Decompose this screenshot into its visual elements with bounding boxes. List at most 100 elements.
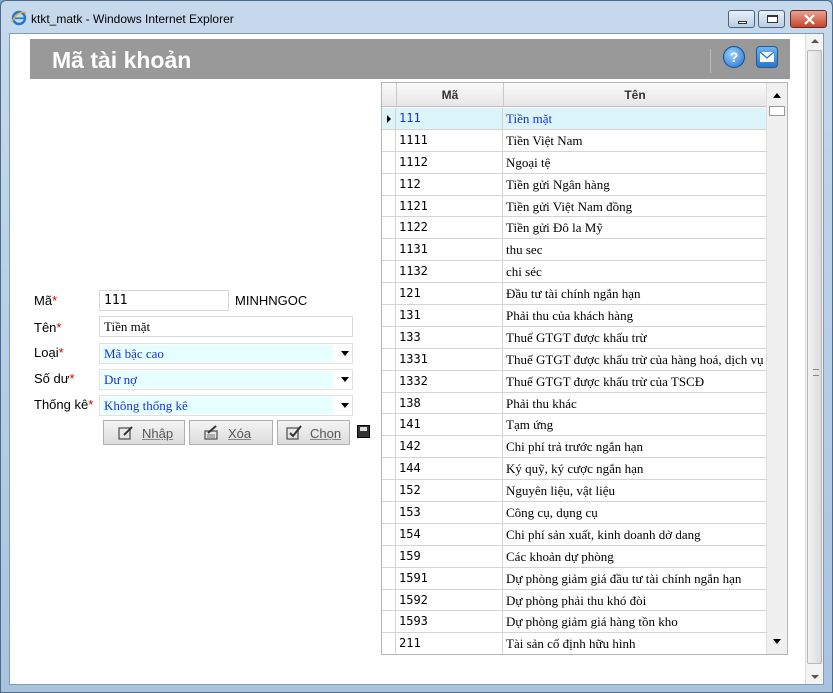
table-row[interactable]: 133 Thuế GTGT được khấu trừ [382,326,766,349]
cell-ten[interactable]: Thuế GTGT được khấu trừ của TSCĐ [504,371,766,392]
scroll-down-icon[interactable] [811,675,819,679]
cell-ten[interactable]: Nguyên liệu, vật liệu [504,480,766,501]
row-indicator[interactable] [382,261,396,283]
row-indicator[interactable] [382,151,396,173]
cell-ma[interactable]: 159 [397,545,503,567]
chevron-down-icon[interactable] [341,403,349,408]
row-indicator[interactable] [382,633,396,654]
thongke-select[interactable]: Không thống kê [99,395,353,416]
scroll-up-icon[interactable] [811,39,819,43]
cell-ma[interactable]: 141 [397,414,503,436]
table-row[interactable]: 152 Nguyên liệu, vật liệu [382,480,766,503]
close-button[interactable] [790,10,827,28]
page-scroll-thumb[interactable] [807,50,822,664]
page-scrollbar[interactable] [805,34,823,684]
scroll-down-icon[interactable] [773,639,781,644]
column-header-ten[interactable]: Tên [504,83,766,107]
cell-ten[interactable]: Chi phí sản xuất, kinh doanh dở dang [504,524,766,545]
cell-ten[interactable]: Tiền gửi Việt Nam đồng [504,196,766,217]
cell-ma[interactable]: 1112 [397,151,503,173]
row-indicator[interactable] [382,283,396,305]
minimize-button[interactable] [728,10,755,28]
table-row[interactable]: 144 Ký quỹ, ký cược ngắn hạn [382,458,766,481]
table-row[interactable]: 1592 Dự phòng phải thu khó đòi [382,589,766,612]
row-indicator[interactable] [382,326,396,348]
cell-ma[interactable]: 1593 [397,611,503,633]
cell-ten[interactable]: Tạm ứng [504,414,766,435]
row-indicator[interactable] [382,239,396,261]
row-indicator[interactable] [382,589,396,611]
table-row[interactable]: 1112 Ngoại tệ [382,151,766,174]
cell-ma[interactable]: 144 [397,458,503,480]
cell-ten[interactable]: Dự phòng giảm giá đầu tư tài chính ngắn … [504,568,766,589]
cell-ten[interactable]: Thuế GTGT được khấu trừ [504,327,766,348]
cell-ten[interactable]: Chi phí trả trước ngắn hạn [504,436,766,457]
cell-ma[interactable]: 154 [397,523,503,545]
cell-ten[interactable]: Các khoản dự phòng [504,546,766,567]
cell-ten[interactable]: Dự phòng phải thu khó đòi [504,590,766,611]
table-row[interactable]: 138 Phải thu khác [382,392,766,415]
cell-ma[interactable]: 133 [397,326,503,348]
cell-ten[interactable]: Công cụ, dụng cụ [504,502,766,523]
table-row[interactable]: 1131 thu sec [382,239,766,262]
cell-ma[interactable]: 1131 [397,239,503,261]
row-indicator[interactable] [382,370,396,392]
row-indicator[interactable] [382,436,396,458]
cell-ma[interactable]: 1592 [397,589,503,611]
grid-scrollbar[interactable] [766,83,787,654]
cell-ten[interactable]: Phải thu khác [504,393,766,414]
table-row[interactable]: 1332 Thuế GTGT được khấu trừ của TSCĐ [382,370,766,393]
row-indicator[interactable] [382,458,396,480]
row-indicator[interactable] [382,108,396,129]
nhap-button[interactable]: Nhập [103,420,185,445]
title-bar[interactable]: ktkt_matk - Windows Internet Explorer [1,1,832,33]
cell-ten[interactable]: thu sec [504,239,766,260]
scroll-up-icon[interactable] [773,93,781,98]
cell-ma[interactable]: 112 [397,173,503,195]
chevron-down-icon[interactable] [341,377,349,382]
cell-ten[interactable]: Tài sản cố định hữu hình [504,633,766,654]
cell-ma[interactable]: 1132 [397,261,503,283]
row-indicator[interactable] [382,414,396,436]
row-indicator[interactable] [382,480,396,502]
row-indicator[interactable] [382,523,396,545]
table-row[interactable]: 153 Công cụ, dụng cụ [382,502,766,524]
cell-ten[interactable]: Dự phòng giảm giá hàng tồn kho [504,611,766,632]
table-row[interactable]: 211 Tài sản cố định hữu hình [382,633,766,654]
row-indicator[interactable] [382,348,396,370]
sodu-select[interactable]: Dư nợ [99,369,353,390]
table-row[interactable]: 1122 Tiền gửi Đô la Mỹ [382,217,766,240]
table-row[interactable]: 131 Phải thu của khách hàng [382,305,766,327]
row-indicator[interactable] [382,217,396,239]
cell-ten[interactable]: Tiền Việt Nam [504,130,766,151]
table-row[interactable]: 1121 Tiền gửi Việt Nam đồng [382,195,766,218]
table-row[interactable]: 141 Tạm ứng [382,414,766,437]
cell-ten[interactable]: Tiền gửi Đô la Mỹ [504,217,766,238]
chevron-down-icon[interactable] [341,351,349,356]
cell-ma[interactable]: 142 [397,436,503,458]
cell-ma[interactable]: 153 [397,502,503,523]
table-row[interactable]: 1111 Tiền Việt Nam [382,129,766,152]
table-row[interactable]: 154 Chi phí sản xuất, kinh doanh dở dang [382,523,766,546]
cell-ten[interactable]: Tiền gửi Ngân hàng [504,174,766,195]
row-indicator[interactable] [382,305,396,326]
cell-ma[interactable]: 138 [397,392,503,414]
mail-icon[interactable] [756,46,778,68]
xoa-button[interactable]: Xóa [189,420,273,445]
row-indicator[interactable] [382,392,396,414]
cell-ten[interactable]: Phải thu của khách hàng [504,305,766,326]
row-indicator[interactable] [382,545,396,567]
grid-scroll-thumb[interactable] [769,106,785,116]
row-indicator[interactable] [382,173,396,195]
help-icon[interactable]: ? [723,46,745,68]
maximize-button[interactable] [758,10,785,28]
row-indicator[interactable] [382,129,396,151]
table-row[interactable]: 142 Chi phí trả trước ngắn hạn [382,436,766,459]
chon-button[interactable]: Chọn [277,420,350,445]
cell-ma[interactable]: 1591 [397,567,503,589]
cell-ma[interactable]: 111 [397,108,503,129]
cell-ten[interactable]: Ký quỹ, ký cược ngắn hạn [504,458,766,479]
table-row[interactable]: 121 Đầu tư tài chính ngắn hạn [382,283,766,306]
table-row[interactable]: 1132 chi séc [382,261,766,284]
table-row[interactable]: 112 Tiền gửi Ngân hàng [382,173,766,196]
